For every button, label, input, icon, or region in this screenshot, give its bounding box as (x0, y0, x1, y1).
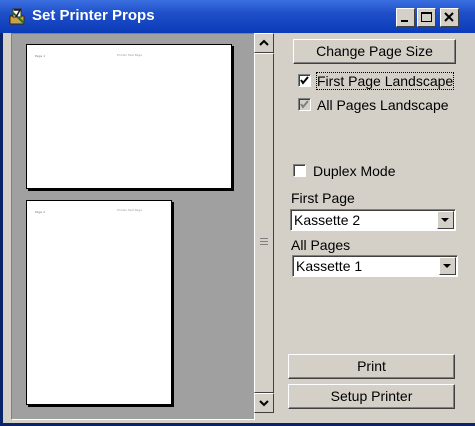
first-page-landscape-label[interactable]: First Page Landscape (315, 72, 455, 90)
first-page-tray-select[interactable]: Kassette 2 (290, 209, 456, 231)
duplex-mode-checkbox[interactable] (293, 164, 306, 177)
maximize-button[interactable] (417, 8, 436, 27)
set-printer-props-window: Set Printer Props Page 1 Printer Test Pa… (0, 0, 475, 426)
setup-printer-button[interactable]: Setup Printer (288, 384, 455, 409)
scroll-thumb[interactable] (254, 53, 274, 393)
all-pages-tray-select[interactable]: Kassette 1 (292, 255, 458, 277)
page-preview-area: Page 1 Printer Test Page Page 2 Printer … (11, 33, 255, 420)
page-header-center: Printer Test Page (117, 53, 143, 57)
arrow-up-icon (259, 39, 269, 46)
all-pages-landscape-checkbox[interactable] (298, 98, 311, 111)
preview-scrollbar[interactable] (254, 33, 274, 413)
minimize-icon (401, 20, 408, 22)
change-page-size-button[interactable]: Change Page Size (293, 39, 456, 64)
arrow-down-icon (259, 400, 269, 407)
scroll-up-button[interactable] (254, 33, 274, 53)
all-pages-tray-value: Kassette 1 (296, 258, 363, 274)
first-page-tray-value: Kassette 2 (294, 212, 361, 228)
preview-page-2: Page 2 Printer Test Page (26, 200, 172, 405)
all-pages-label: All Pages (291, 237, 351, 253)
page-header-left: Page 1 (35, 54, 46, 58)
minimize-button[interactable] (396, 8, 415, 27)
first-page-label: First Page (291, 190, 355, 206)
dropdown-button[interactable] (439, 257, 456, 275)
preview-page-1: Page 1 Printer Test Page (26, 44, 232, 189)
chevron-down-icon (441, 218, 449, 222)
checkmark-icon (300, 76, 309, 85)
window-client-area: Page 1 Printer Test Page Page 2 Printer … (6, 33, 475, 423)
print-button[interactable]: Print (288, 354, 455, 379)
close-button[interactable] (440, 8, 459, 27)
dropdown-button[interactable] (437, 211, 454, 229)
scroll-down-button[interactable] (254, 393, 274, 413)
maximize-icon (421, 12, 432, 22)
window-title: Set Printer Props (32, 7, 155, 24)
grip-icon (260, 238, 268, 247)
page-header-left: Page 2 (35, 210, 46, 214)
title-bar[interactable]: Set Printer Props (0, 0, 475, 33)
printer-app-icon (9, 8, 25, 25)
page-header-center: Printer Test Page (117, 208, 143, 212)
duplex-mode-label[interactable]: Duplex Mode (313, 163, 396, 179)
first-page-landscape-checkbox[interactable] (298, 74, 311, 87)
all-pages-landscape-label[interactable]: All Pages Landscape (317, 97, 449, 113)
close-icon (444, 12, 454, 22)
checkmark-icon (300, 100, 309, 109)
chevron-down-icon (443, 264, 451, 268)
